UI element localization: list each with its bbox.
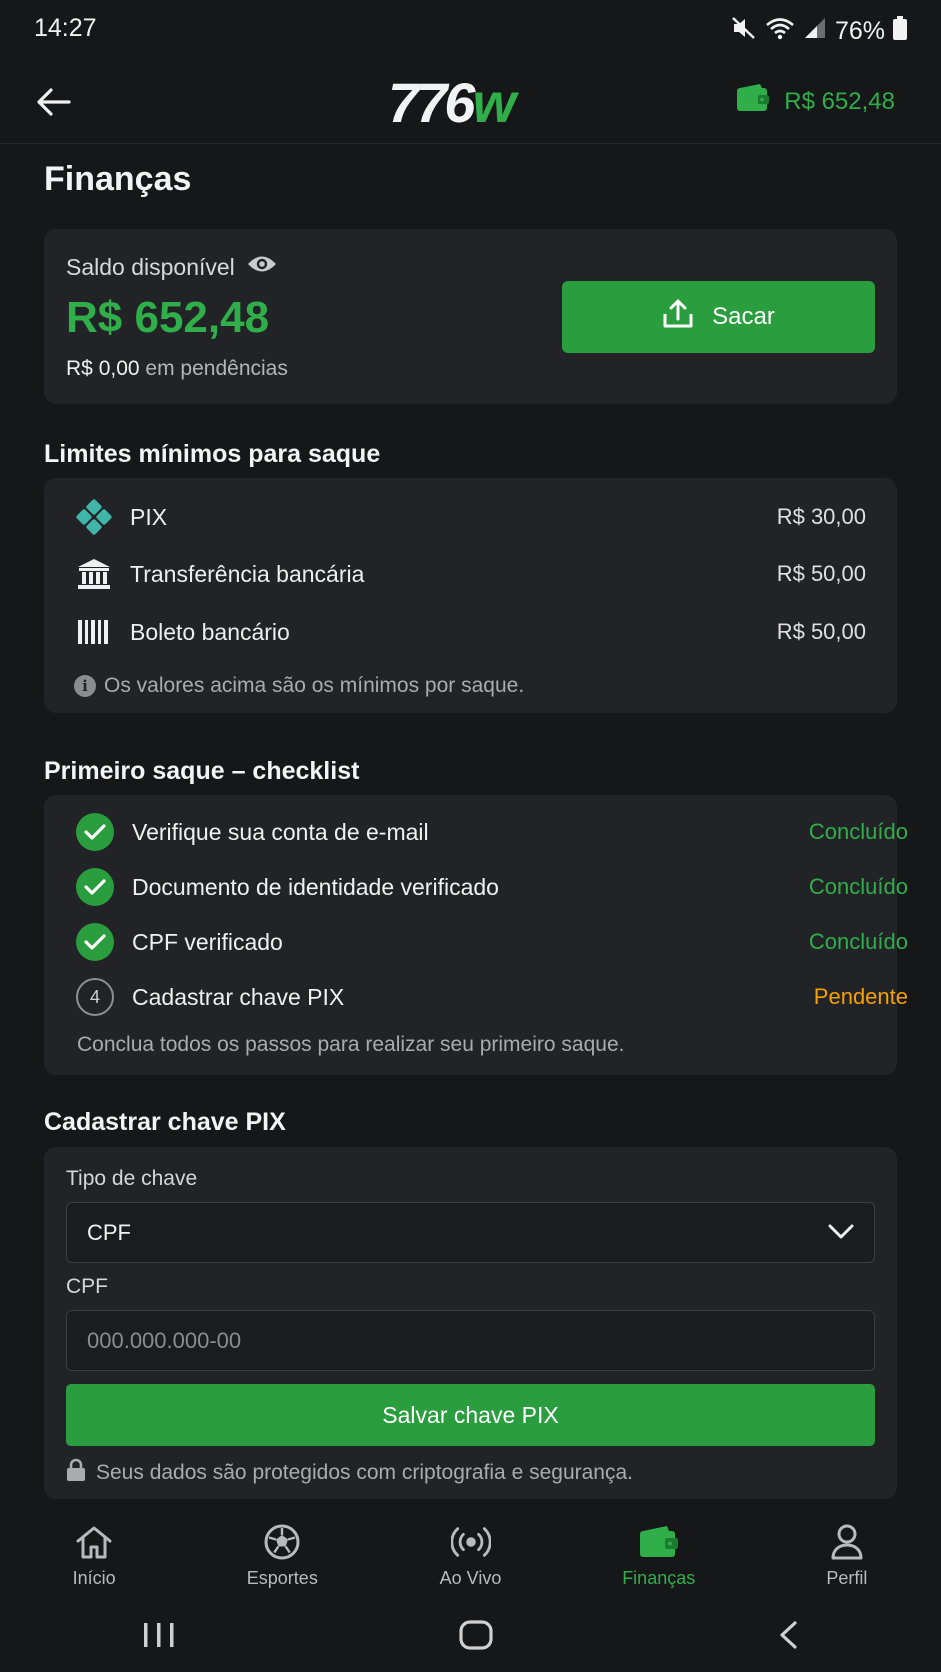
limit-name: Boleto bancário <box>130 618 290 645</box>
home-button-icon[interactable] <box>459 1619 494 1655</box>
key-type-select[interactable]: CPF <box>66 1202 875 1263</box>
nav-label: Esportes <box>246 1568 318 1588</box>
nav-label: Ao Vivo <box>439 1568 502 1588</box>
bottom-nav: Início Esportes Ao Vivo Finanças Perfil <box>0 1510 941 1602</box>
brand-logo[interactable]: 776w <box>388 70 516 135</box>
app-header: 776w R$ 652,48 <box>0 60 941 144</box>
step-number: 4 <box>76 978 114 1016</box>
pending-prefix: R$ <box>66 357 93 380</box>
status-time: 14:27 <box>34 14 97 42</box>
battery-percent: 76% <box>834 17 885 45</box>
status-bar: 14:27 76% <box>0 0 941 60</box>
status-icons: 76% <box>731 16 907 47</box>
check-circle-icon <box>76 868 114 906</box>
limit-value: R$ 30,00 <box>776 504 866 529</box>
checklist-status: Pendente <box>813 984 908 1009</box>
info-icon: i <box>74 675 96 697</box>
withdraw-button-label: Sacar <box>712 303 775 330</box>
balance-card: Saldo disponível R$ 652,48 R$ 0,00 em pe… <box>44 229 897 404</box>
chevron-down-icon <box>828 1220 854 1246</box>
limits-section-title: Limites mínimos para saque <box>44 440 381 468</box>
wifi-icon <box>765 16 795 47</box>
wallet-icon <box>639 1524 679 1560</box>
wallet-icon <box>736 84 770 119</box>
system-back-icon[interactable] <box>777 1620 799 1655</box>
lock-icon <box>66 1458 86 1488</box>
back-arrow-icon[interactable] <box>32 82 76 122</box>
limit-row-pix: PIX R$ 30,00 <box>76 497 866 537</box>
checklist-note: Conclua todos os passos para realizar se… <box>77 1033 625 1056</box>
checklist-item: Documento de identidade verificado Concl… <box>76 867 908 907</box>
nav-item-ao-vivo[interactable]: Ao Vivo <box>376 1510 564 1602</box>
checklist-section-title: Primeiro saque – checklist <box>44 757 360 785</box>
pending-suffix: em pendências <box>145 357 288 380</box>
nav-label: Perfil <box>826 1568 868 1588</box>
key-type-value: CPF <box>87 1219 131 1245</box>
checklist-item: Verifique sua conta de e-mail Concluído <box>76 812 908 852</box>
checklist-status: Concluído <box>808 929 908 954</box>
header-balance[interactable]: R$ 652,48 <box>736 84 895 119</box>
limit-value: R$ 50,00 <box>776 561 866 586</box>
checklist-item-label: Cadastrar chave PIX <box>132 983 345 1010</box>
limit-name: PIX <box>130 503 168 530</box>
limit-name: Transferência bancária <box>130 560 365 587</box>
nav-item-inicio[interactable]: Início <box>0 1510 188 1602</box>
balance-value: R$ 652,48 <box>66 293 270 342</box>
save-pix-button[interactable]: Salvar chave PIX <box>66 1384 875 1446</box>
balance-label-row: Saldo disponível <box>66 253 277 281</box>
soccer-ball-icon <box>262 1524 302 1560</box>
system-nav-bar <box>0 1602 941 1672</box>
nav-label: Início <box>72 1568 116 1588</box>
pending-text: R$ 0,00 em pendências <box>66 357 288 381</box>
checklist-item[interactable]: 4 Cadastrar chave PIX Pendente <box>76 977 908 1017</box>
key-type-label: Tipo de chave <box>66 1167 198 1190</box>
withdraw-button[interactable]: Sacar <box>562 281 875 353</box>
secure-note-text: Seus dados são protegidos com criptograf… <box>96 1461 633 1484</box>
user-icon <box>827 1524 867 1560</box>
signal-icon <box>803 16 827 47</box>
pending-amount: 0,00 <box>98 357 140 380</box>
cpf-label: CPF <box>66 1275 108 1298</box>
battery-icon <box>893 16 907 47</box>
header-balance-value: R$ 652,48 <box>784 87 895 115</box>
checklist-status: Concluído <box>808 874 908 899</box>
checklist-item: CPF verificado Concluído <box>76 922 908 962</box>
pix-section-title: Cadastrar chave PIX <box>44 1108 286 1136</box>
checklist-card: Verifique sua conta de e-mail Concluído … <box>44 795 908 1075</box>
check-circle-icon <box>76 923 114 961</box>
nav-item-perfil[interactable]: Perfil <box>753 1510 941 1602</box>
logo-accent: w <box>472 71 516 134</box>
bank-icon <box>76 556 112 592</box>
checklist-status: Concluído <box>808 819 908 844</box>
mute-icon <box>731 16 757 47</box>
live-broadcast-icon <box>450 1524 491 1560</box>
nav-label: Finanças <box>622 1568 696 1588</box>
limits-note-text: Os valores acima são os mínimos por saqu… <box>104 674 525 697</box>
limit-value: R$ 50,00 <box>776 619 866 644</box>
secure-note: Seus dados são protegidos com criptograf… <box>66 1458 633 1488</box>
cpf-input[interactable] <box>66 1310 875 1371</box>
pix-icon <box>76 499 112 535</box>
logo-text: 776 <box>388 71 475 134</box>
balance-label: Saldo disponível <box>66 253 235 280</box>
home-icon <box>74 1524 114 1560</box>
page-title: Finanças <box>44 160 192 198</box>
eye-icon[interactable] <box>247 253 277 281</box>
checklist-item-label: CPF verificado <box>132 928 283 955</box>
checklist-item-label: Verifique sua conta de e-mail <box>132 818 429 845</box>
checklist-item-label: Documento de identidade verificado <box>132 873 499 900</box>
nav-item-financas[interactable]: Finanças <box>565 1510 753 1602</box>
limits-note: i Os valores acima são os mínimos por sa… <box>74 674 524 698</box>
limit-row-boleto: Boleto bancário R$ 50,00 <box>76 612 866 652</box>
pix-form-card: Tipo de chave CPF CPF Salvar chave PIX S… <box>44 1147 897 1499</box>
limits-card: PIX R$ 30,00 Transferência bancária R$ 5… <box>44 478 897 713</box>
check-circle-icon <box>76 813 114 851</box>
limit-row-bank-transfer: Transferência bancária R$ 50,00 <box>76 554 866 594</box>
barcode-icon <box>76 614 112 650</box>
recent-apps-icon[interactable] <box>142 1621 176 1654</box>
upload-icon <box>662 299 694 336</box>
nav-item-esportes[interactable]: Esportes <box>188 1510 376 1602</box>
